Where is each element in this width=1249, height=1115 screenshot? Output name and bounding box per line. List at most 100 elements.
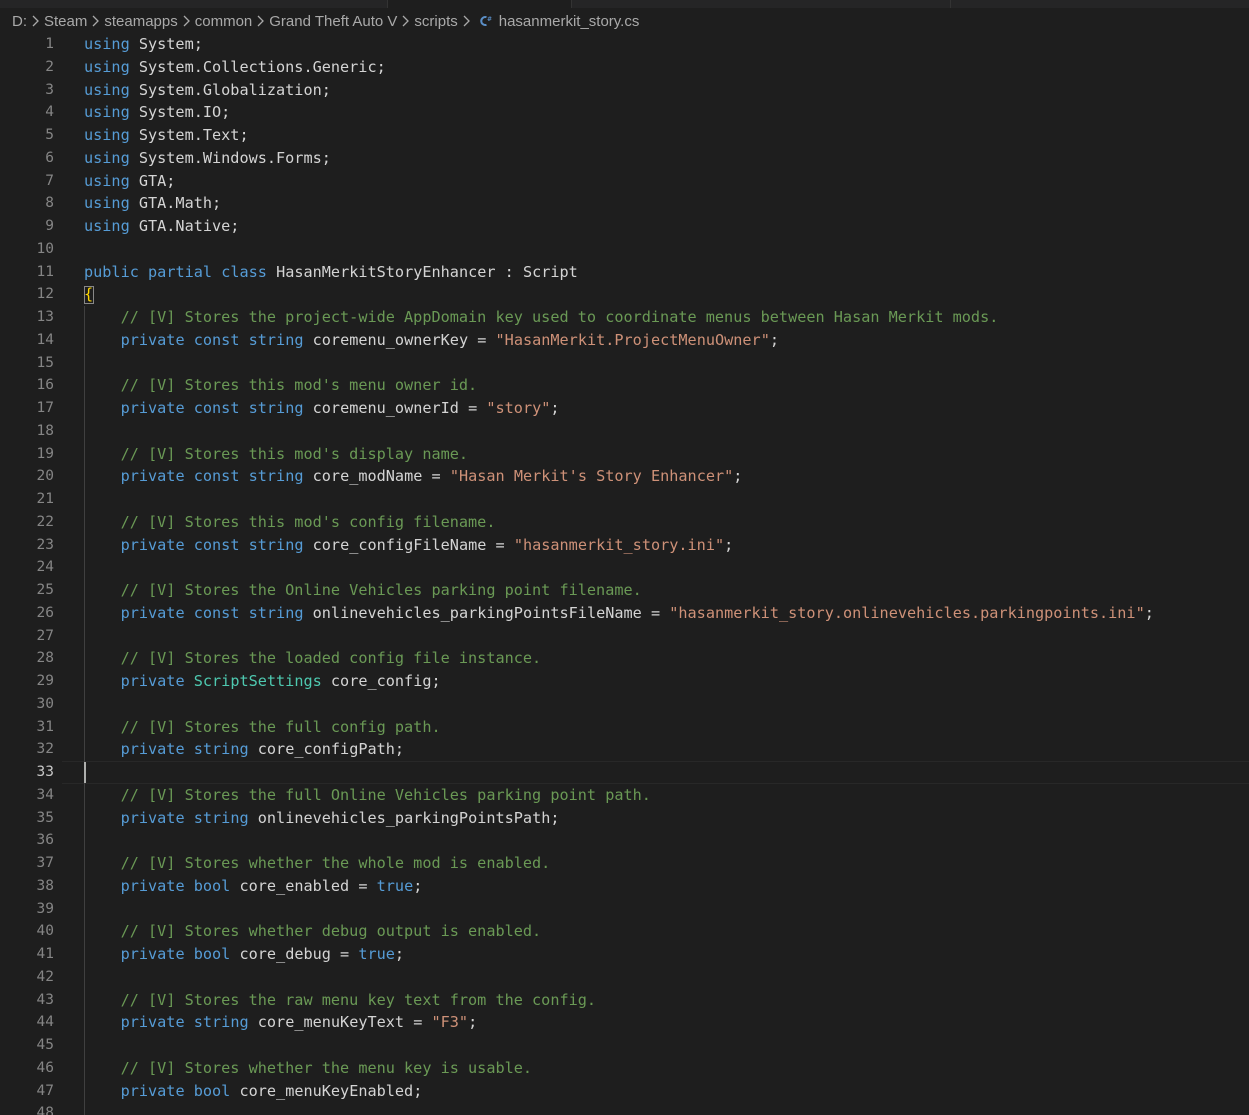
line-number: 36 [36, 832, 54, 849]
code-line[interactable]: 3 using System.Globalization; [0, 79, 1249, 102]
code-line[interactable]: 18 [0, 420, 1249, 443]
code-line[interactable]: 29 private ScriptSettings core_config; [0, 670, 1249, 693]
code-token: partial [148, 262, 213, 281]
line-number: 7 [45, 172, 54, 189]
code-line[interactable]: 20 private const string core_modName = "… [0, 465, 1249, 488]
code-line[interactable]: 26 private const string onlinevehicles_p… [0, 602, 1249, 625]
code-line[interactable]: 44 private string core_menuKeyText = "F3… [0, 1011, 1249, 1034]
code-text: // [V] Stores the full Online Vehicles p… [84, 784, 651, 807]
code-line[interactable]: 9 using GTA.Native; [0, 215, 1249, 238]
code-line[interactable]: 17 private const string coremenu_ownerId… [0, 397, 1249, 420]
code-text: using GTA.Math; [84, 192, 221, 215]
line-number: 24 [36, 559, 54, 576]
code-line[interactable]: 45 [0, 1034, 1249, 1057]
code-line[interactable]: 27 [0, 625, 1249, 648]
code-token: string [248, 467, 304, 486]
code-line[interactable]: 14 private const string coremenu_ownerKe… [0, 329, 1249, 352]
code-line[interactable]: 28 // [V] Stores the loaded config file … [0, 647, 1249, 670]
code-line[interactable]: 6 using System.Windows.Forms; [0, 147, 1249, 170]
tab-active-file[interactable] [388, 0, 571, 8]
code-line[interactable]: 16 // [V] Stores this mod's menu owner i… [0, 374, 1249, 397]
breadcrumb-item-drive[interactable]: D: [12, 13, 27, 30]
code-line[interactable]: 21 [0, 488, 1249, 511]
code-line[interactable]: 24 [0, 556, 1249, 579]
code-line[interactable]: 42 [0, 966, 1249, 989]
code-token: "hasanmerkit_story.ini" [513, 535, 725, 554]
code-token: coremenu_ownerKey = [303, 330, 496, 349]
line-number: 13 [36, 309, 54, 325]
code-line[interactable]: 19 // [V] Stores this mod's display name… [0, 443, 1249, 466]
breadcrumb-item-steamapps[interactable]: steamapps [104, 13, 177, 30]
code-line[interactable]: 25 // [V] Stores the Online Vehicles par… [0, 579, 1249, 602]
code-line[interactable]: 33 [0, 761, 1249, 784]
code-line[interactable]: 41 private bool core_debug = true; [0, 943, 1249, 966]
code-line[interactable]: 15 [0, 352, 1249, 375]
code-line[interactable]: 47 private bool core_menuKeyEnabled; [0, 1080, 1249, 1103]
code-text: private const string onlinevehicles_park… [84, 602, 1154, 625]
code-line[interactable]: 2 using System.Collections.Generic; [0, 56, 1249, 79]
code-line[interactable]: 1 using System; [0, 33, 1249, 56]
breadcrumb: D: Steam steamapps common Grand Theft Au… [12, 10, 639, 32]
line-number: 20 [36, 468, 54, 485]
breadcrumb-item-common[interactable]: common [195, 13, 253, 30]
breadcrumb-item-scripts[interactable]: scripts [414, 13, 457, 30]
line-number: 27 [36, 627, 54, 644]
code-line[interactable]: 30 [0, 693, 1249, 716]
code-line[interactable]: 38 private bool core_enabled = true; [0, 875, 1249, 898]
code-line[interactable]: 46 // [V] Stores whether the menu key is… [0, 1057, 1249, 1080]
code-line[interactable]: 4 using System.IO; [0, 101, 1249, 124]
code-token: ; [769, 330, 779, 349]
code-token: core_enabled = [230, 876, 377, 895]
code-token: // [V] Stores the loaded config file ins… [120, 649, 542, 668]
code-line[interactable]: 43 // [V] Stores the raw menu key text f… [0, 989, 1249, 1012]
code-token: private [120, 1081, 185, 1100]
code-token: using [84, 194, 130, 213]
code-text: // [V] Stores this mod's menu owner id. [84, 374, 478, 397]
tab-bar-background [0, 0, 1249, 8]
code-token: const [193, 603, 240, 622]
code-line[interactable]: 11 public partial class HasanMerkitStoryE… [0, 261, 1249, 284]
code-line[interactable]: 48 [0, 1102, 1249, 1115]
code-line[interactable]: 8 using GTA.Math; [0, 192, 1249, 215]
code-line[interactable]: 31 // [V] Stores the full config path. [0, 716, 1249, 739]
code-line[interactable]: 22 // [V] Stores this mod's config filen… [0, 511, 1249, 534]
code-line[interactable]: 23 private const string core_configFileN… [0, 534, 1249, 557]
breadcrumb-item-steam[interactable]: Steam [44, 13, 87, 30]
code-line[interactable]: 13 // [V] Stores the project-wide AppDom… [0, 306, 1249, 329]
code-line[interactable]: 10 [0, 238, 1249, 261]
code-line[interactable]: 35 private string onlinevehicles_parking… [0, 807, 1249, 830]
code-line[interactable]: 32 private string core_configPath; [0, 738, 1249, 761]
code-line[interactable]: 12{ [0, 283, 1249, 306]
line-number: 40 [36, 923, 54, 940]
code-line[interactable]: 40 // [V] Stores whether debug output is… [0, 920, 1249, 943]
code-token: "hasanmerkit_story.onlinevehicles.parkin… [669, 603, 1145, 622]
chevron-right-icon [180, 14, 193, 28]
code-line[interactable]: 39 [0, 898, 1249, 921]
code-token: private [120, 740, 185, 759]
breadcrumb-item-gta5[interactable]: Grand Theft Auto V [269, 13, 397, 30]
code-line[interactable]: 7 using GTA; [0, 170, 1249, 193]
code-line[interactable]: 37 // [V] Stores whether the whole mod i… [0, 852, 1249, 875]
code-editor[interactable]: 1 using System; 2 using System.Collections.… [0, 33, 1249, 1115]
code-line[interactable]: 36 [0, 829, 1249, 852]
editor-tab-bar [0, 0, 1249, 8]
code-token: onlinevehicles_parkingPointsPath; [248, 808, 560, 827]
code-line[interactable]: 34 // [V] Stores the full Online Vehicle… [0, 784, 1249, 807]
code-line[interactable]: 5 using System.Text; [0, 124, 1249, 147]
breadcrumb-file[interactable]: hasanmerkit_story.cs [499, 13, 640, 30]
